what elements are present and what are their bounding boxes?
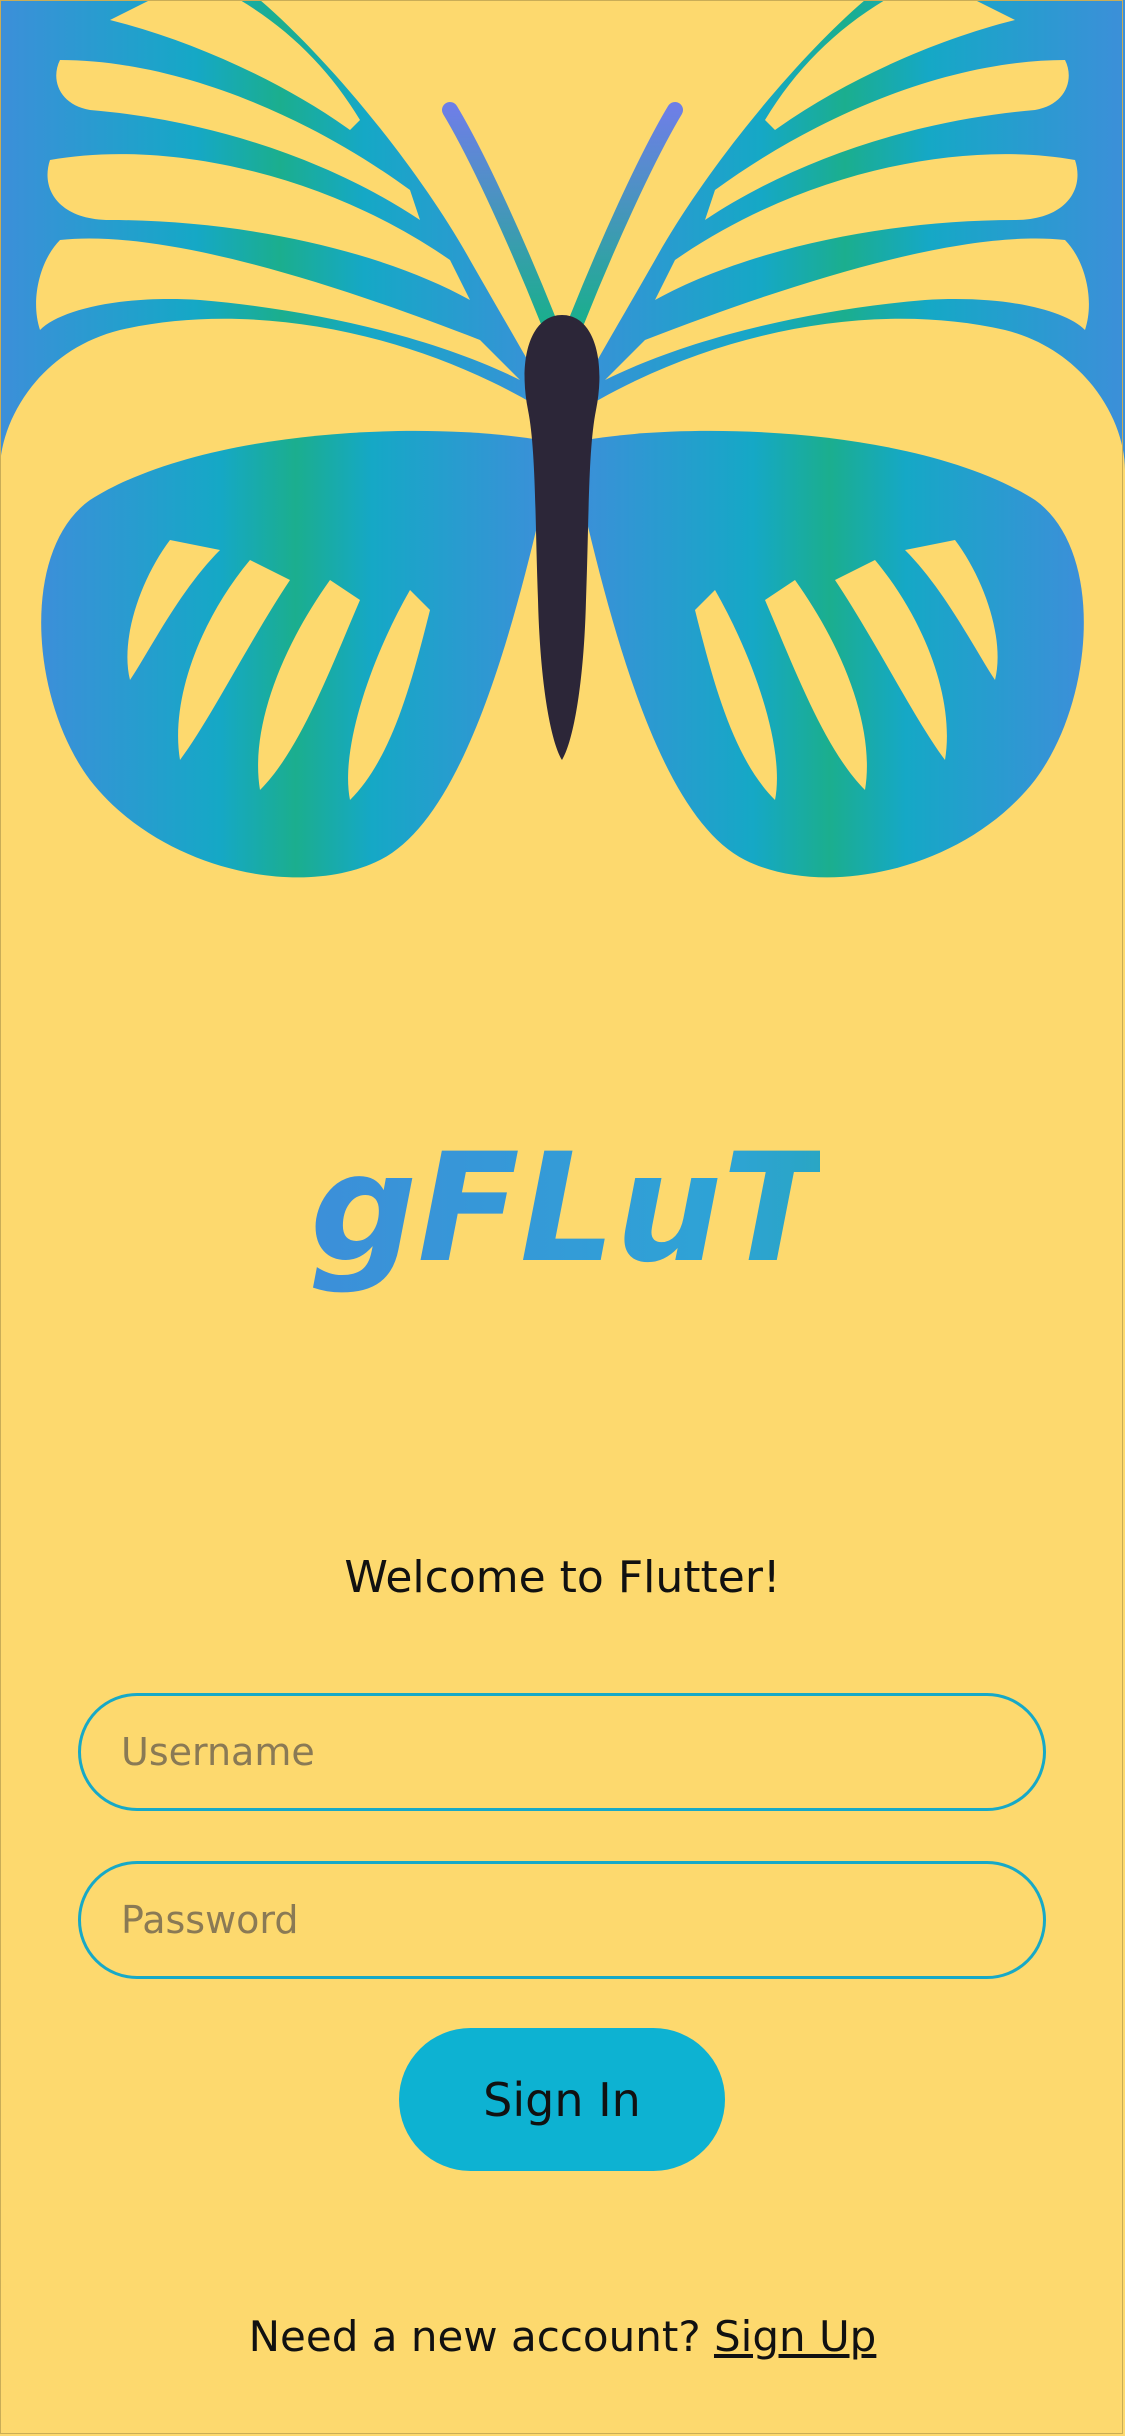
flutter-logo-text: gFLuTTeR (310, 1122, 820, 1296)
flutter-logo: gFLuTTeR (310, 1122, 820, 1296)
lower-right-wing (575, 430, 1084, 878)
butterfly-body (524, 315, 600, 760)
lower-left-wing (41, 430, 550, 878)
password-input[interactable] (78, 1861, 1046, 1979)
upper-right-wing (565, 0, 1125, 470)
upper-left-wing (0, 0, 560, 470)
signup-prompt: Need a new account? Sign Up (0, 2312, 1125, 2361)
welcome-heading: Welcome to Flutter! (344, 1552, 781, 1603)
butterfly-illustration (0, 0, 1125, 878)
signup-prompt-text: Need a new account? (248, 2312, 701, 2361)
sign-up-link[interactable]: Sign Up (714, 2312, 876, 2361)
sign-in-button[interactable]: Sign In (399, 2028, 725, 2171)
username-input[interactable] (78, 1693, 1046, 1811)
